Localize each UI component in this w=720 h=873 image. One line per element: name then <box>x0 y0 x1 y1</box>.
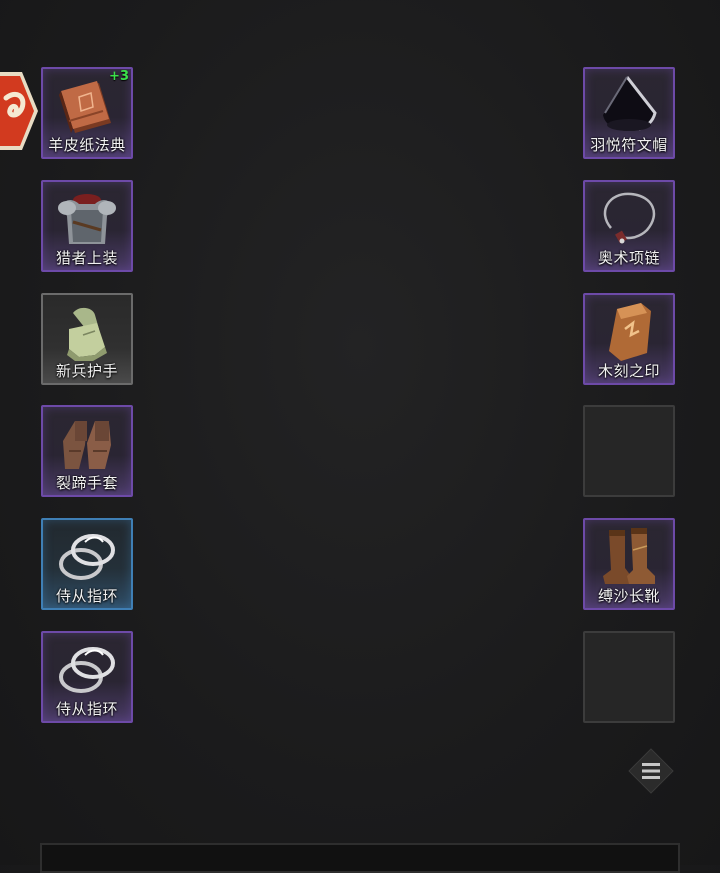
equipment-slot-ring-2[interactable]: 侍从指环 <box>41 631 133 723</box>
ring-icon <box>59 647 115 693</box>
slot-label: 新兵护手 <box>55 362 118 380</box>
slot-label: 羊皮纸法典 <box>48 136 126 154</box>
equipment-slot-codex[interactable]: +3 羊皮纸法典 <box>41 67 133 159</box>
equipment-slot-gloves-basic[interactable]: 新兵护手 <box>41 293 133 385</box>
leather-gloves-icon <box>63 421 111 469</box>
equipment-slot-necklace[interactable]: 奥术项链 <box>583 180 675 272</box>
slot-label: 侍从指环 <box>55 587 118 605</box>
slot-label: 木刻之印 <box>597 362 660 380</box>
menu-icon[interactable] <box>628 748 674 794</box>
hat-icon <box>603 76 657 131</box>
slot-label: 猎者上装 <box>55 249 118 267</box>
equipment-slot-boots[interactable]: 缚沙长靴 <box>583 518 675 610</box>
slot-label: 侍从指环 <box>55 700 118 718</box>
necklace-icon <box>603 192 656 244</box>
stats-panel <box>40 843 680 873</box>
equipment-slot-seal[interactable]: 木刻之印 <box>583 293 675 385</box>
slot-label: 奥术项链 <box>597 249 660 267</box>
cloth-gloves-icon <box>67 307 107 361</box>
boots-icon <box>603 528 655 584</box>
chest-armor-icon <box>58 194 116 244</box>
character-badge-icon[interactable] <box>0 70 40 152</box>
slot-label: 缚沙长靴 <box>597 587 660 605</box>
slot-label: 裂蹄手套 <box>55 474 118 492</box>
equipment-slot-gloves[interactable]: 裂蹄手套 <box>41 405 133 497</box>
equipment-slot-empty[interactable] <box>583 631 675 723</box>
enhance-level: +3 <box>109 69 129 84</box>
equipment-slot-ring-1[interactable]: 侍从指环 <box>41 518 133 610</box>
slot-label: 羽悦符文帽 <box>590 136 668 154</box>
equipment-slot-hat[interactable]: 羽悦符文帽 <box>583 67 675 159</box>
equipment-slot-empty[interactable] <box>583 405 675 497</box>
wood-seal-icon <box>609 303 651 361</box>
ring-icon <box>59 534 115 580</box>
equipment-slot-chest[interactable]: 猎者上装 <box>41 180 133 272</box>
